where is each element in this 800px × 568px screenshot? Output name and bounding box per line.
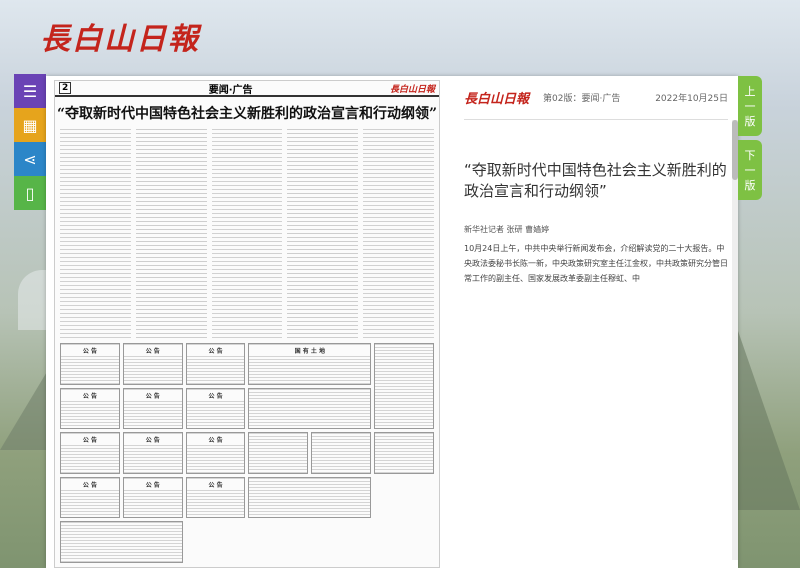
ad-block[interactable]: 公 告 bbox=[122, 387, 183, 430]
text-column[interactable] bbox=[211, 129, 283, 340]
calendar-icon[interactable]: ▦ bbox=[14, 108, 46, 142]
text-column[interactable] bbox=[363, 129, 434, 340]
paper-section: 要闻·广告 bbox=[208, 84, 253, 96]
paper-headline[interactable]: “夺取新时代中国特色社会主义新胜利的政治宣言和行动纲领” bbox=[55, 103, 439, 123]
text-column[interactable] bbox=[287, 129, 359, 340]
ad-block[interactable]: 国 有 土 地 bbox=[248, 343, 372, 385]
page-number: 2 bbox=[59, 82, 72, 94]
article-date: 2022年10月25日 bbox=[655, 94, 728, 104]
paper-header: 2 要闻·广告 長白山日報 bbox=[55, 81, 439, 97]
ad-block[interactable]: 公 告 bbox=[60, 476, 120, 519]
ad-block[interactable]: 公 告 bbox=[122, 432, 183, 474]
ad-block[interactable]: 公 告 bbox=[122, 476, 183, 519]
ad-block[interactable]: 公 告 bbox=[185, 476, 246, 519]
ad-block[interactable]: 公 告 bbox=[185, 387, 246, 430]
main-panel: 2 要闻·广告 長白山日報 “夺取新时代中国特色社会主义新胜利的政治宣言和行动纲… bbox=[46, 76, 738, 568]
article-byline: 新华社记者 张研 曹嫱婷 bbox=[464, 225, 550, 234]
text-column[interactable] bbox=[135, 129, 207, 340]
article-pane: 長白山日報 第02版：要闻·广告 2022年10月25日 “夺取新时代中国特色社… bbox=[450, 76, 738, 568]
prev-page-button[interactable]: 上一版 bbox=[738, 76, 762, 136]
paper-logo: 長白山日報 bbox=[389, 84, 435, 95]
newspaper-page-preview[interactable]: 2 要闻·广告 長白山日報 “夺取新时代中国特色社会主义新胜利的政治宣言和行动纲… bbox=[54, 80, 440, 568]
ad-block[interactable]: 公 告 bbox=[122, 343, 183, 385]
ad-block[interactable] bbox=[311, 432, 372, 474]
ad-block[interactable] bbox=[60, 521, 183, 563]
tool-column: ☰ ▦ ⋖ ▯ bbox=[14, 74, 46, 210]
article-title: “夺取新时代中国特色社会主义新胜利的政治宣言和行动纲领” bbox=[464, 161, 727, 200]
paper-text-columns bbox=[55, 125, 439, 340]
mobile-icon[interactable]: ▯ bbox=[14, 176, 46, 210]
site-logo[interactable]: 長白山日報 bbox=[40, 14, 200, 58]
ad-block[interactable]: 公 告 bbox=[60, 387, 120, 430]
ad-block[interactable]: 公 告 bbox=[185, 343, 246, 385]
article-bar: 長白山日報 第02版：要闻·广告 2022年10月25日 bbox=[464, 76, 728, 120]
ad-block[interactable] bbox=[248, 387, 372, 430]
article-page-label: 第02版：要闻·广告 bbox=[543, 94, 621, 104]
next-page-button[interactable]: 下一版 bbox=[738, 140, 762, 200]
share-icon[interactable]: ⋖ bbox=[14, 142, 46, 176]
article-logo: 長白山日報 bbox=[464, 92, 530, 107]
ad-block[interactable] bbox=[374, 343, 434, 430]
ad-block[interactable]: 公 告 bbox=[60, 343, 120, 385]
article-body: 10月24日上午，中共中央举行新闻发布会，介绍解读党的二十大报告。中央政法委秘书… bbox=[464, 244, 728, 283]
ads-area: 公 告 公 告 公 告 国 有 土 地 公 告 公 告 公 告 公 告 公 告 … bbox=[60, 343, 434, 563]
page-nav: 上一版 下一版 bbox=[738, 76, 762, 200]
ad-block[interactable] bbox=[248, 476, 372, 519]
text-column[interactable] bbox=[60, 129, 131, 340]
ad-block[interactable]: 公 告 bbox=[185, 432, 246, 474]
menu-icon[interactable]: ☰ bbox=[14, 74, 46, 108]
ad-block[interactable]: 公 告 bbox=[60, 432, 120, 474]
ad-block[interactable] bbox=[248, 432, 309, 474]
ad-block[interactable] bbox=[374, 432, 434, 474]
